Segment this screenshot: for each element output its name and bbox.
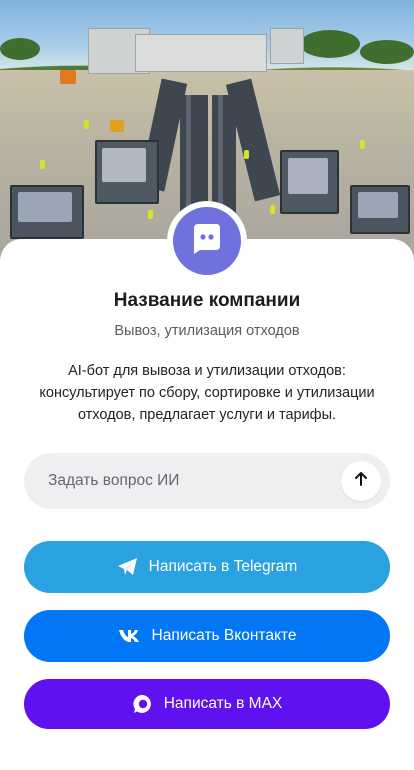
- vk-button-label: Написать Вконтакте: [151, 627, 297, 644]
- max-button-label: Написать в MAX: [163, 695, 283, 712]
- ask-ai-input[interactable]: [24, 453, 334, 509]
- arrow-up-icon: [352, 470, 370, 493]
- chat-bubble-icon: [188, 220, 226, 263]
- telegram-button[interactable]: Написать в Telegram: [24, 541, 390, 593]
- company-subtitle: Вывоз, утилизация отходов: [114, 323, 300, 339]
- max-icon: [132, 693, 154, 715]
- send-button[interactable]: [341, 461, 381, 501]
- vk-button[interactable]: Написать Вконтакте: [24, 610, 390, 662]
- company-description: AI-бот для вывоза и утилизации отходов: …: [39, 363, 375, 423]
- telegram-button-label: Написать в Telegram: [148, 558, 298, 575]
- company-name: Название компании: [113, 290, 301, 311]
- company-avatar: [167, 201, 247, 281]
- avatar-badge: [173, 207, 241, 275]
- telegram-icon: [117, 557, 139, 577]
- ask-ai-box: [24, 453, 390, 509]
- vk-icon: [118, 629, 142, 643]
- max-button[interactable]: Написать в MAX: [24, 679, 390, 729]
